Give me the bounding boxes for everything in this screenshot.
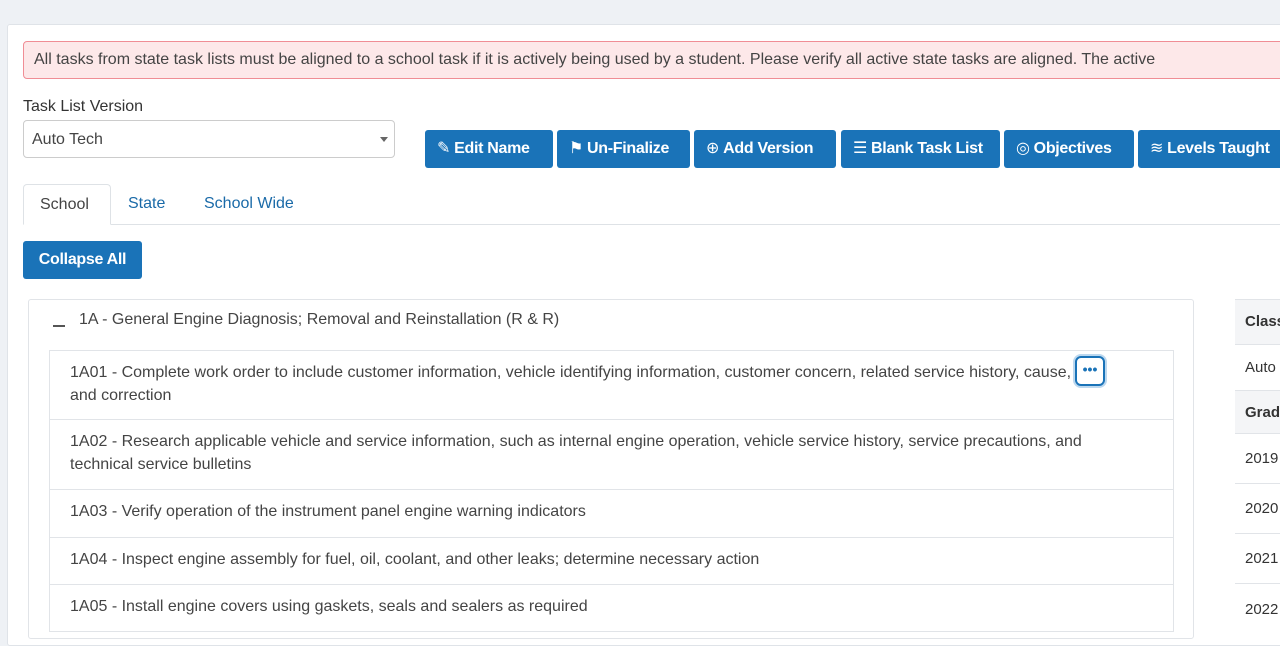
select-value: Auto Tech bbox=[32, 131, 103, 148]
tab-school[interactable]: School bbox=[23, 184, 111, 225]
layers-icon: ≋ bbox=[1150, 140, 1164, 157]
objectives-button[interactable]: ◎ Objectives bbox=[1004, 130, 1134, 168]
plus-circle-icon: ⊕ bbox=[706, 140, 720, 157]
levels-taught-button[interactable]: ≋ Levels Taught bbox=[1138, 130, 1280, 168]
add-version-button[interactable]: ⊕ Add Version bbox=[694, 130, 836, 168]
table-header: Grad bbox=[1235, 390, 1280, 433]
tab-school-wide[interactable]: School Wide bbox=[188, 184, 310, 225]
more-options-button[interactable]: ••• bbox=[1075, 356, 1105, 386]
collapse-section-icon[interactable] bbox=[53, 325, 65, 327]
tab-state[interactable]: State bbox=[112, 184, 181, 225]
task-list-version-select[interactable]: Auto Tech bbox=[23, 120, 395, 158]
task-row[interactable]: 1A01 - Complete work order to include cu… bbox=[50, 351, 1173, 420]
alignment-alert: All tasks from state task lists must be … bbox=[23, 41, 1280, 79]
edit-name-button[interactable]: ✎ Edit Name bbox=[425, 130, 553, 168]
list-icon: ☰ bbox=[853, 140, 868, 157]
ellipsis-icon: ••• bbox=[1082, 361, 1098, 377]
blank-task-list-button[interactable]: ☰ Blank Task List bbox=[841, 130, 1000, 168]
table-row: Auto bbox=[1235, 344, 1280, 390]
collapse-all-button[interactable]: Collapse All bbox=[23, 241, 142, 279]
alert-text: All tasks from state task lists must be … bbox=[34, 51, 1156, 68]
task-row[interactable]: 1A04 - Inspect engine assembly for fuel,… bbox=[50, 538, 1173, 585]
task-list-version-label: Task List Version bbox=[23, 98, 144, 115]
task-row[interactable]: 1A03 - Verify operation of the instrumen… bbox=[50, 490, 1173, 538]
table-row: 2019 bbox=[1235, 433, 1280, 483]
task-row[interactable]: 1A02 - Research applicable vehicle and s… bbox=[50, 420, 1173, 490]
un-finalize-button[interactable]: ⚑ Un-Finalize bbox=[557, 130, 690, 168]
section-title[interactable]: 1A - General Engine Diagnosis; Removal a… bbox=[79, 311, 559, 329]
target-icon: ◎ bbox=[1016, 140, 1030, 157]
pencil-icon: ✎ bbox=[437, 140, 451, 157]
table-row: 2020 bbox=[1235, 483, 1280, 533]
caret-down-icon bbox=[380, 137, 388, 142]
task-row[interactable]: 1A05 - Install engine covers using gaske… bbox=[50, 585, 1173, 632]
table-row: 2021 bbox=[1235, 533, 1280, 583]
task-list: 1A01 - Complete work order to include cu… bbox=[49, 350, 1174, 632]
table-row: 2022 bbox=[1235, 583, 1280, 630]
flag-icon: ⚑ bbox=[569, 140, 584, 157]
table-header: Class bbox=[1235, 299, 1280, 344]
